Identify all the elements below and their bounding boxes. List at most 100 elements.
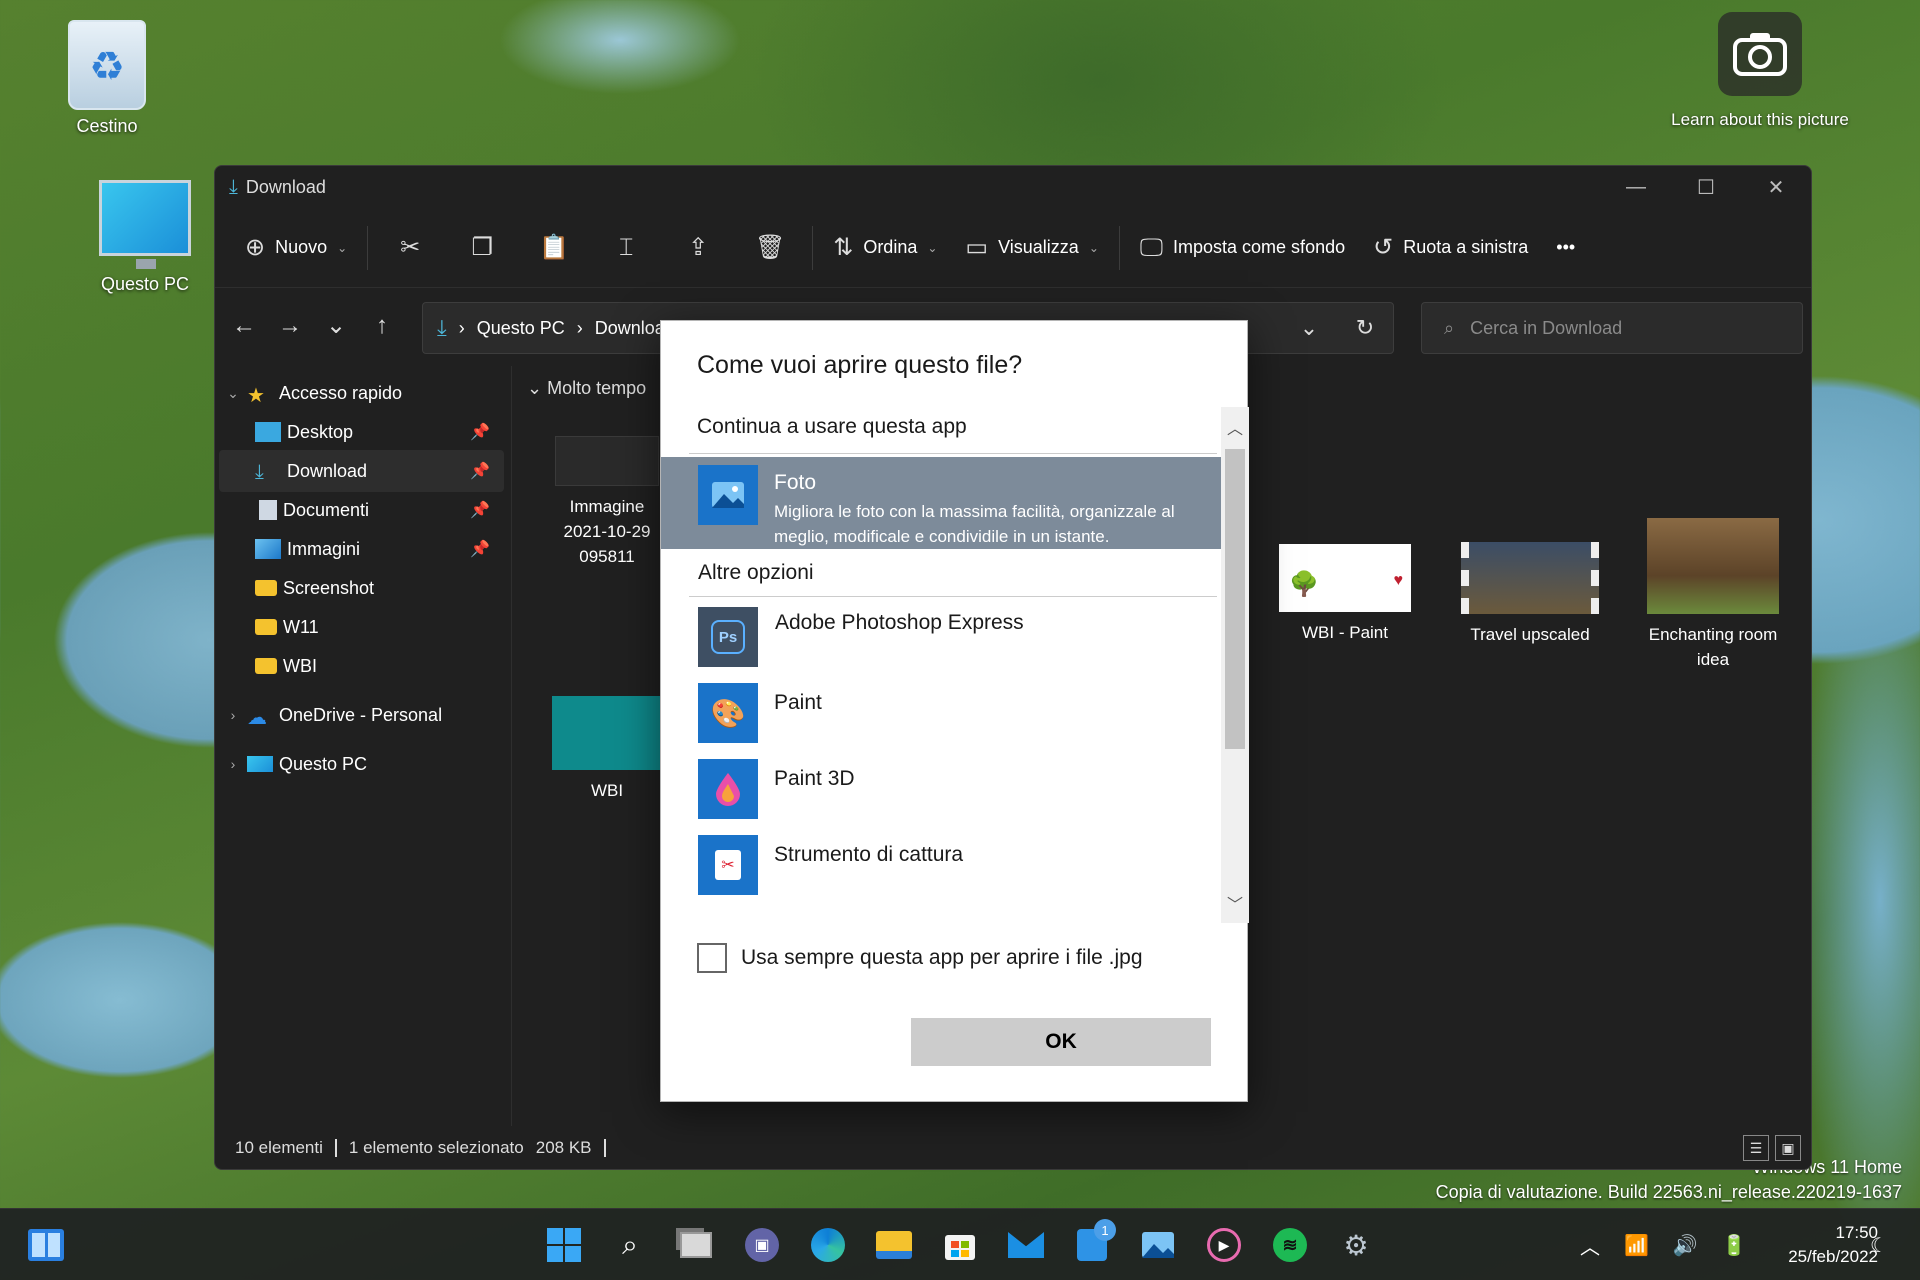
scroll-up-arrow-icon[interactable]: ︿ xyxy=(1221,415,1249,439)
window-controls: — ☐ ✕ xyxy=(1601,166,1811,208)
ok-button[interactable]: OK xyxy=(911,1018,1211,1066)
sidebar-item-label: Download xyxy=(287,460,368,481)
taskbar: ⌕ ▣ 1 ▶ ≋ ⚙ ︿ 📶 🔊 🔋 17:50 25/feb/2022 ☾ xyxy=(0,1208,1920,1280)
start-windows-icon[interactable] xyxy=(542,1223,586,1267)
scrollbar-thumb[interactable] xyxy=(1225,449,1245,749)
learn-about-picture[interactable]: Learn about this picture xyxy=(1660,12,1860,130)
teams-chat-icon[interactable]: ▣ xyxy=(740,1223,784,1267)
file-item[interactable]: Enchanting room idea xyxy=(1633,518,1793,672)
view-button[interactable]: ▭ Visualizza ⌄ xyxy=(951,223,1112,273)
file-item[interactable]: 🌳 ♥ WBI - Paint xyxy=(1275,544,1415,645)
search-input[interactable]: ⌕ Cerca in Download xyxy=(1421,302,1803,354)
new-button[interactable]: ⊕ Nuovo ⌄ xyxy=(231,223,361,273)
sidebar-item-label: Desktop xyxy=(287,421,354,442)
file-item[interactable]: Travel upscaled xyxy=(1455,542,1605,647)
edge-browser-icon[interactable] xyxy=(806,1223,850,1267)
search-icon[interactable]: ⌕ xyxy=(608,1223,652,1267)
address-history-chevron-icon[interactable]: ⌄ xyxy=(1281,315,1337,341)
minimize-button[interactable]: — xyxy=(1601,166,1671,208)
sidebar-item-documents[interactable]: Documenti 📌 xyxy=(219,489,504,531)
widgets-icon[interactable] xyxy=(24,1223,68,1267)
more-icon: ••• xyxy=(1556,237,1576,257)
file-label: idea xyxy=(1696,650,1730,669)
sidebar-item-download[interactable]: ⤓ Download 📌 xyxy=(219,450,504,492)
group-header[interactable]: ⌄ Molto tempo xyxy=(527,378,646,399)
focus-assist-moon-icon[interactable]: ☾ xyxy=(1870,1209,1888,1280)
volume-icon[interactable]: 🔊 xyxy=(1673,1233,1698,1258)
recent-locations-chevron-icon[interactable]: ⌄ xyxy=(313,311,359,340)
title-bar: ⤓ Download — ☐ ✕ xyxy=(215,166,1811,208)
breadcrumb-this-pc[interactable]: Questo PC xyxy=(477,318,565,339)
file-label: WBI - Paint xyxy=(1302,623,1388,642)
more-options-button[interactable]: ••• xyxy=(1542,223,1589,273)
address-actions: ⌄ ↻ xyxy=(1281,303,1393,353)
app-description: Migliora le foto con la massima facilità… xyxy=(774,502,1175,546)
task-view-icon[interactable] xyxy=(674,1223,718,1267)
breadcrumb-separator-icon: › xyxy=(458,317,465,338)
date: 25/feb/2022 xyxy=(1788,1247,1878,1266)
pin-icon[interactable]: 📌 xyxy=(470,461,490,481)
pin-icon[interactable]: 📌 xyxy=(470,500,490,520)
recycle-bin-icon[interactable]: Cestino xyxy=(62,20,152,137)
view-icon: ▭ xyxy=(965,234,989,261)
teams-icon[interactable]: 1 xyxy=(1070,1219,1116,1267)
breadcrumb-separator-icon: › xyxy=(576,317,583,338)
rename-icon[interactable]: ⌶ xyxy=(590,234,662,262)
spotify-icon[interactable]: ≋ xyxy=(1268,1223,1312,1267)
sidebar-item-onedrive[interactable]: › ☁ OneDrive - Personal xyxy=(219,694,504,736)
this-pc-desktop-icon[interactable]: Questo PC xyxy=(86,180,204,295)
other-options-header: Altre opzioni xyxy=(698,561,814,584)
media-player-icon[interactable]: ▶ xyxy=(1202,1223,1246,1267)
pin-icon[interactable]: 📌 xyxy=(470,422,490,442)
cut-icon[interactable]: ✂ xyxy=(374,233,446,262)
app-name: Strumento di cattura xyxy=(774,843,964,866)
search-placeholder: Cerca in Download xyxy=(1470,317,1623,338)
clock[interactable]: 17:50 25/feb/2022 xyxy=(1748,1221,1878,1269)
app-option-snipping-tool[interactable]: ✂ Strumento di cattura xyxy=(661,827,1221,919)
sidebar-item-desktop[interactable]: Desktop 📌 xyxy=(219,411,504,453)
file-item[interactable]: Immagine 2021-10-29 095811 xyxy=(547,436,667,569)
file-item[interactable]: WBI xyxy=(547,696,667,803)
close-button[interactable]: ✕ xyxy=(1741,166,1811,208)
set-background-button[interactable]: 🖵 Imposta come sfondo xyxy=(1126,223,1359,273)
rotate-left-button[interactable]: ↺ Ruota a sinistra xyxy=(1359,223,1542,273)
share-icon[interactable]: ⇪ xyxy=(662,233,734,262)
always-use-checkbox[interactable]: Usa sempre questa app per aprire i file … xyxy=(697,943,1143,973)
sidebar-item-pictures[interactable]: Immagini 📌 xyxy=(219,528,504,570)
sidebar-item-this-pc[interactable]: › Questo PC xyxy=(219,743,504,785)
sidebar-item-w11[interactable]: W11 xyxy=(219,606,504,648)
sidebar-item-quick-access[interactable]: ⌄ ★ Accesso rapido xyxy=(219,372,504,414)
file-thumbnail xyxy=(1647,518,1779,614)
thumbnails-view-icon[interactable]: ▣ xyxy=(1775,1135,1801,1161)
battery-icon[interactable]: 🔋 xyxy=(1722,1233,1747,1258)
up-arrow-icon[interactable]: ↑ xyxy=(359,312,405,340)
app-option-foto[interactable]: Foto Migliora le foto con la massima fac… xyxy=(661,457,1221,549)
always-use-label: Usa sempre questa app per aprire i file … xyxy=(741,946,1143,969)
photos-taskbar-icon[interactable] xyxy=(1136,1223,1180,1267)
sidebar-item-screenshot[interactable]: Screenshot xyxy=(219,567,504,609)
copy-icon[interactable]: ❐ xyxy=(446,233,518,262)
pin-icon[interactable]: 📌 xyxy=(470,539,490,559)
paste-icon[interactable]: 📋 xyxy=(518,233,590,262)
forward-arrow-icon[interactable]: → xyxy=(267,312,313,340)
mail-icon[interactable] xyxy=(1004,1223,1048,1267)
sidebar-item-wbi[interactable]: WBI xyxy=(219,645,504,687)
file-explorer-icon[interactable] xyxy=(872,1223,916,1267)
microsoft-store-icon[interactable] xyxy=(938,1223,982,1267)
checkbox-box[interactable] xyxy=(697,943,727,973)
file-thumbnail xyxy=(552,696,662,770)
scroll-down-arrow-icon[interactable]: ﹀ xyxy=(1221,891,1249,915)
photoshop-express-icon: Ps xyxy=(698,607,758,667)
chevron-up-icon[interactable]: ︿ xyxy=(1580,1231,1600,1260)
sort-button[interactable]: ⇅ Ordina ⌄ xyxy=(819,223,951,273)
download-icon: ⤓ xyxy=(229,175,238,198)
details-view-icon[interactable]: ☰ xyxy=(1743,1135,1769,1161)
refresh-icon[interactable]: ↻ xyxy=(1337,315,1393,341)
status-bar: 10 elementi 1 elemento selezionato 208 K… xyxy=(215,1127,1811,1169)
app-list-scrollbar[interactable]: ︿ ﹀ xyxy=(1221,407,1249,923)
delete-icon[interactable]: 🗑 xyxy=(734,233,806,262)
settings-gear-icon[interactable]: ⚙ xyxy=(1334,1223,1378,1267)
maximize-button[interactable]: ☐ xyxy=(1671,166,1741,208)
back-arrow-icon[interactable]: ← xyxy=(221,312,267,340)
wifi-icon[interactable]: 📶 xyxy=(1624,1233,1649,1258)
